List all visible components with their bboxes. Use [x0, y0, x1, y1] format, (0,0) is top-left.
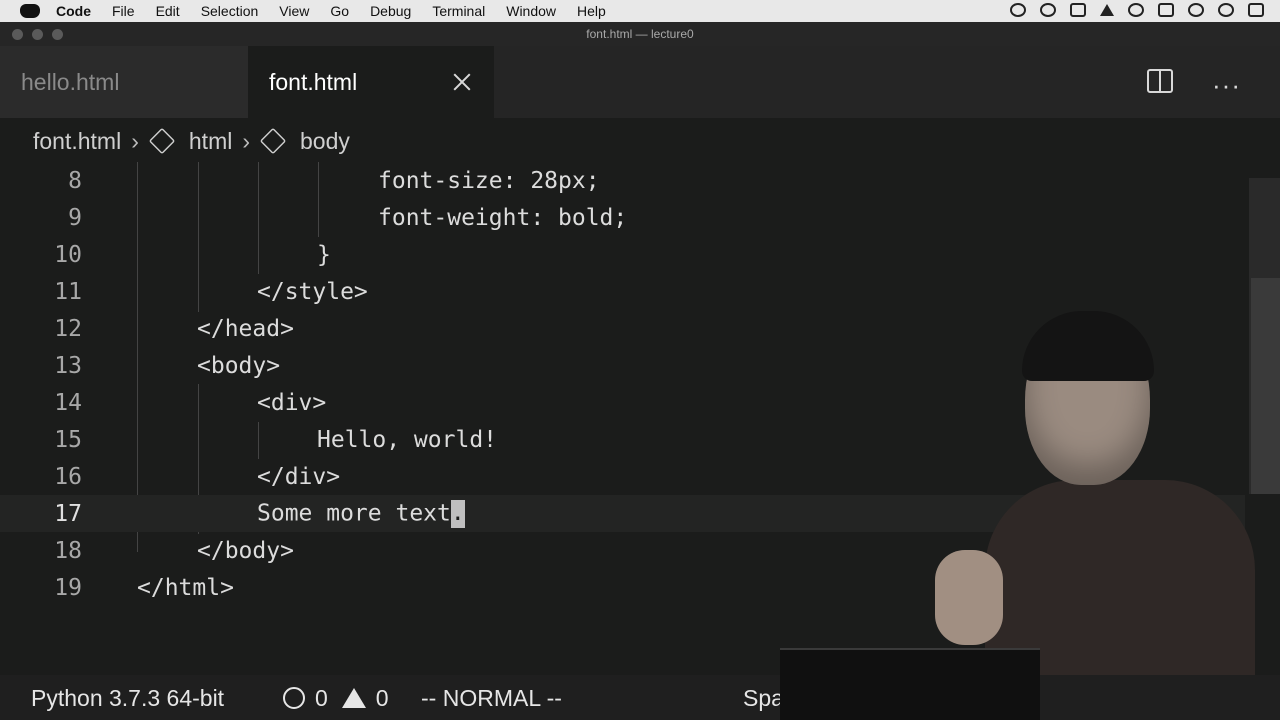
code-text: <body> [197, 352, 281, 379]
menu-file[interactable]: File [112, 3, 135, 19]
line-number: 17 [54, 500, 82, 527]
menu-debug[interactable]: Debug [370, 3, 411, 19]
close-tab-icon[interactable] [452, 72, 472, 92]
line-number: 18 [54, 537, 82, 564]
line-number: 16 [54, 463, 82, 490]
status-bar: Python 3.7.3 64-bit 00 -- NORMAL -- Spac… [0, 675, 1280, 720]
battery-icon[interactable] [1158, 3, 1174, 17]
menu-window[interactable]: Window [506, 3, 556, 19]
spotlight-search-icon[interactable] [1218, 3, 1234, 17]
apple-logo-icon[interactable] [20, 4, 40, 18]
code-text: <div> [257, 389, 327, 416]
notification-center-icon[interactable] [1248, 3, 1264, 17]
code-text: </div> [257, 463, 341, 490]
symbol-element-icon [259, 127, 287, 155]
code-text-content: Some more text [257, 500, 451, 526]
code-text: } [317, 241, 331, 268]
text-cursor: . [450, 499, 465, 528]
code-text: </head> [197, 315, 294, 342]
menu-help[interactable]: Help [577, 3, 606, 19]
code-line: 8 font-size: 28px; [0, 162, 1245, 199]
breadcrumb-body[interactable]: body [300, 128, 350, 155]
warning-icon [341, 688, 366, 708]
line-number: 8 [68, 167, 82, 194]
line-number: 13 [54, 352, 82, 379]
line-number: 9 [68, 204, 82, 231]
laptop-edge [780, 648, 1040, 720]
tab-hello-html[interactable]: hello.html [0, 46, 248, 118]
code-text: font-size: 28px; [378, 167, 600, 194]
error-icon [283, 687, 305, 709]
menu-edit[interactable]: Edit [156, 3, 180, 19]
line-number: 14 [54, 389, 82, 416]
breadcrumb-html[interactable]: html [189, 128, 232, 155]
menu-go[interactable]: Go [330, 3, 349, 19]
menu-terminal[interactable]: Terminal [432, 3, 485, 19]
code-text: </style> [257, 278, 368, 305]
line-number: 12 [54, 315, 82, 342]
code-text: Hello, world! [317, 426, 498, 453]
line-number: 10 [54, 241, 82, 268]
menu-selection[interactable]: Selection [201, 3, 259, 19]
line-number: 15 [54, 426, 82, 453]
line-number: 19 [54, 574, 82, 601]
bluetooth-icon[interactable] [1070, 3, 1086, 17]
split-editor-icon[interactable] [1147, 69, 1173, 93]
wifi-icon[interactable] [1128, 3, 1144, 17]
menu-view[interactable]: View [279, 3, 309, 19]
breadcrumb: font.html › html › body [0, 118, 1280, 164]
symbol-element-icon [148, 127, 176, 155]
code-text: font-weight: bold; [378, 204, 628, 231]
code-text: </html> [137, 574, 234, 601]
warning-count: 0 [375, 685, 389, 711]
breadcrumb-file[interactable]: font.html [33, 128, 121, 155]
menu-code[interactable]: Code [56, 3, 91, 19]
record-icon[interactable] [1040, 3, 1056, 17]
presenter-video-overlay [930, 311, 1260, 710]
line-number: 11 [54, 278, 82, 305]
menu-status-icons [1010, 3, 1264, 17]
presenter-hair [1022, 311, 1154, 381]
eject-icon[interactable] [1100, 4, 1114, 16]
code-line: 11 </style> [0, 273, 1245, 310]
problems-status[interactable]: 00 [283, 685, 389, 712]
presenter-hand [935, 550, 1003, 645]
vim-mode-status: -- NORMAL -- [421, 685, 562, 711]
code-text: Some more text. [257, 499, 465, 528]
code-line: 10 } [0, 236, 1245, 273]
error-count: 0 [315, 685, 328, 711]
python-interpreter-status[interactable]: Python 3.7.3 64-bit [31, 685, 224, 712]
window-title: font.html — lecture0 [586, 27, 694, 41]
glasses-icon[interactable] [1010, 3, 1026, 17]
more-actions-icon[interactable]: ··· [1212, 70, 1241, 101]
editor-tab-bar: hello.html font.html ··· [0, 46, 1280, 118]
code-text: </body> [197, 537, 294, 564]
chevron-right-icon: › [131, 127, 139, 154]
code-line: 9 font-weight: bold; [0, 199, 1245, 236]
chevron-right-icon: › [242, 127, 251, 154]
user-icon[interactable] [1188, 3, 1204, 17]
window-title-bar: font.html — lecture0 [0, 22, 1280, 46]
macos-menu-bar: Code File Edit Selection View Go Debug T… [0, 0, 1280, 22]
